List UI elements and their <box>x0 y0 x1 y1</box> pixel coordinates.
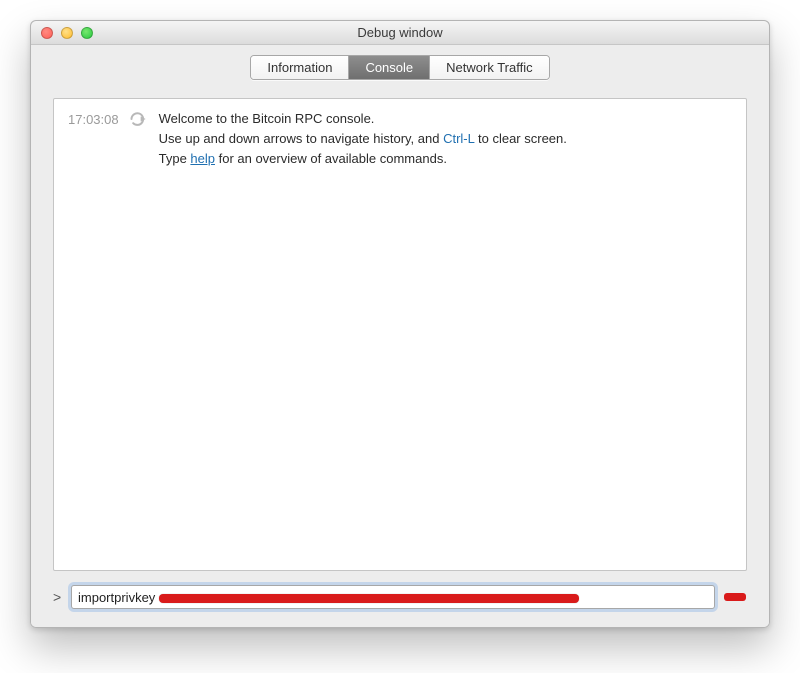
titlebar: Debug window <box>31 21 769 45</box>
tab-console[interactable]: Console <box>349 56 430 79</box>
welcome-line-3: Type help for an overview of available c… <box>159 149 732 169</box>
debug-window: Debug window Information Console Network… <box>30 20 770 628</box>
close-button[interactable] <box>41 27 53 39</box>
welcome-line-1: Welcome to the Bitcoin RPC console. <box>159 109 732 129</box>
traffic-lights <box>31 27 93 39</box>
console-entry: 17:03:08 Welcome to the Bitcoin RPC cons… <box>68 109 732 169</box>
prompt-caret: > <box>53 589 63 605</box>
tabbar: Information Console Network Traffic <box>31 45 769 84</box>
tab-network-traffic[interactable]: Network Traffic <box>430 56 548 79</box>
help-link[interactable]: help <box>190 151 215 166</box>
zoom-button[interactable] <box>81 27 93 39</box>
key-ctrl-l: Ctrl-L <box>443 131 474 146</box>
tabs: Information Console Network Traffic <box>250 55 549 80</box>
redacted-private-key <box>159 594 579 603</box>
command-input-row: > importprivkey <box>53 585 747 609</box>
entry-timestamp: 17:03:08 <box>68 109 119 130</box>
minimize-button[interactable] <box>61 27 73 39</box>
redacted-icon <box>724 593 746 601</box>
command-input[interactable]: importprivkey <box>71 585 715 609</box>
console-panel: 17:03:08 Welcome to the Bitcoin RPC cons… <box>31 84 769 627</box>
console-output[interactable]: 17:03:08 Welcome to the Bitcoin RPC cons… <box>53 98 747 571</box>
tab-information[interactable]: Information <box>251 56 349 79</box>
console-message: Welcome to the Bitcoin RPC console. Use … <box>159 109 732 169</box>
welcome-line-2: Use up and down arrows to navigate histo… <box>159 129 732 149</box>
command-input-text: importprivkey <box>78 590 579 605</box>
clear-button[interactable] <box>723 587 747 607</box>
window-title: Debug window <box>31 25 769 40</box>
command-out-icon <box>129 110 149 128</box>
